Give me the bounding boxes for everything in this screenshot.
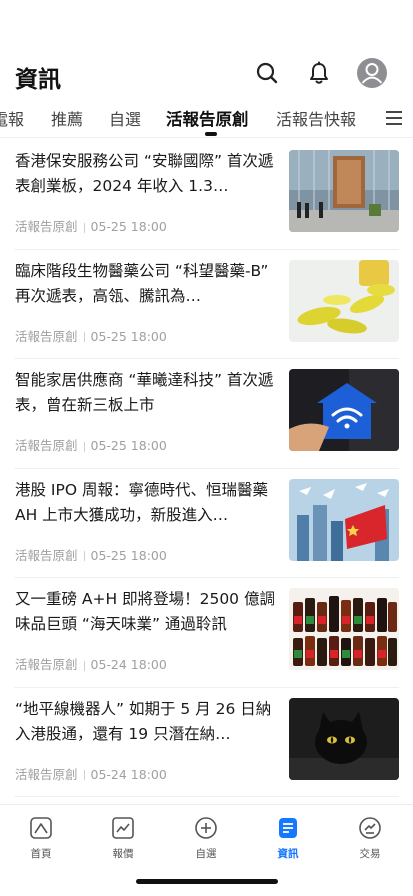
tab-watchlist[interactable]: 自選	[109, 106, 141, 130]
article-title: 港股 IPO 周報：寧德時代、恒瑞醫藥 AH 上市大獲成功，新股進入…	[15, 480, 268, 524]
list-item[interactable]: 又一重磅 A+H 即將登場！2500 億調味品巨頭 “海天味業” 通過聆訊 活報…	[14, 578, 399, 688]
pills-image	[289, 259, 399, 342]
nav-label: 自選	[195, 848, 217, 860]
article-time: 05-25 18:00	[90, 219, 167, 234]
list-item[interactable]: 港股 IPO 周報：寧德時代、恒瑞醫藥 AH 上市大獲成功，新股進入… 活報告原…	[14, 469, 399, 578]
building-lobby-image	[289, 150, 399, 232]
article-title: 臨床階段生物醫藥公司 “科望醫藥-B” 再次遞表，高瓴、騰訊為…	[15, 261, 269, 305]
article-source: 活報告原創	[15, 657, 78, 672]
home-icon	[28, 815, 54, 841]
nav-news[interactable]: 資訊	[258, 815, 318, 861]
article-time: 05-25 18:00	[90, 547, 167, 563]
article-time: 05-25 18:00	[90, 328, 167, 344]
category-tabs: 電報 推薦 自選 活報告原創 活報告快報	[0, 100, 413, 138]
page-title: 資訊	[15, 67, 61, 93]
tab-telegraph[interactable]: 電報	[0, 106, 24, 130]
wifi-house-image	[289, 369, 399, 451]
nav-label: 交易	[359, 848, 381, 860]
tab-menu-icon[interactable]	[383, 108, 405, 128]
home-indicator	[136, 879, 278, 884]
nav-trade[interactable]: 交易	[340, 815, 400, 861]
article-title: 香港保安服務公司 “安聯國際” 首次遞表創業板，2024 年收入 1.3…	[15, 152, 274, 195]
list-item[interactable]: 臨床階段生物醫藥公司 “科望醫藥-B” 再次遞表，高瓴、騰訊為… 活報告原創 05…	[14, 250, 399, 359]
article-source: 活報告原創	[15, 219, 78, 234]
article-meta: 活報告原創 05-25 18:00	[15, 545, 167, 564]
article-meta: 活報告原創 05-25 18:00	[15, 326, 167, 345]
list-item[interactable]: 智能家居供應商 “華曦達科技” 首次遞表，曾在新三板上市 活報告原創 05-25 …	[14, 359, 399, 469]
black-cat-image	[289, 697, 399, 780]
nav-quotes[interactable]: 報價	[93, 815, 153, 861]
article-meta: 活報告原創 05-25 18:00	[15, 216, 167, 235]
article-source: 活報告原創	[15, 547, 78, 563]
bell-icon[interactable]	[304, 58, 334, 88]
tab-original[interactable]: 活報告原創	[166, 106, 249, 130]
list-item[interactable]: “地平線機器人” 如期于 5 月 26 日納入港股通，還有 19 只潛在納… 活…	[14, 688, 399, 797]
avatar-icon[interactable]	[357, 58, 387, 88]
article-meta: 活報告原創 05-24 18:00	[15, 764, 167, 783]
article-source: 活報告原創	[15, 438, 78, 453]
article-time: 05-24 18:00	[90, 657, 167, 672]
nav-label: 報價	[112, 848, 134, 860]
article-list: 香港保安服務公司 “安聯國際” 首次遞表創業板，2024 年收入 1.3… 活報…	[0, 140, 413, 797]
article-time: 05-24 18:00	[90, 766, 167, 782]
nav-label: 資訊	[277, 848, 299, 860]
nav-home[interactable]: 首頁	[11, 815, 71, 861]
tab-flash[interactable]: 活報告快報	[276, 106, 356, 130]
sauce-bottles-image	[289, 588, 399, 670]
trade-icon	[357, 815, 383, 841]
article-title: “地平線機器人” 如期于 5 月 26 日納入港股通，還有 19 只潛在納…	[15, 699, 272, 743]
article-time: 05-25 18:00	[90, 438, 167, 453]
plus-circle-icon	[193, 815, 219, 841]
article-source: 活報告原創	[15, 328, 78, 344]
search-icon[interactable]	[252, 58, 282, 88]
list-item[interactable]: 香港保安服務公司 “安聯國際” 首次遞表創業板，2024 年收入 1.3… 活報…	[14, 140, 399, 250]
city-flag-image	[289, 478, 399, 561]
active-tab-indicator	[205, 132, 217, 136]
chart-icon	[110, 815, 136, 841]
app-header: 資訊	[0, 52, 413, 98]
tab-recommended[interactable]: 推薦	[51, 106, 83, 130]
article-meta: 活報告原創 05-25 18:00	[15, 435, 167, 454]
article-title: 智能家居供應商 “華曦達科技” 首次遞表，曾在新三板上市	[15, 371, 274, 414]
news-icon	[275, 815, 301, 841]
article-meta: 活報告原創 05-24 18:00	[15, 654, 167, 673]
article-source: 活報告原創	[15, 766, 78, 782]
nav-watchlist[interactable]: 自選	[176, 815, 236, 861]
article-title: 又一重磅 A+H 即將登場！2500 億調味品巨頭 “海天味業” 通過聆訊	[15, 590, 275, 633]
nav-label: 首頁	[30, 848, 52, 860]
